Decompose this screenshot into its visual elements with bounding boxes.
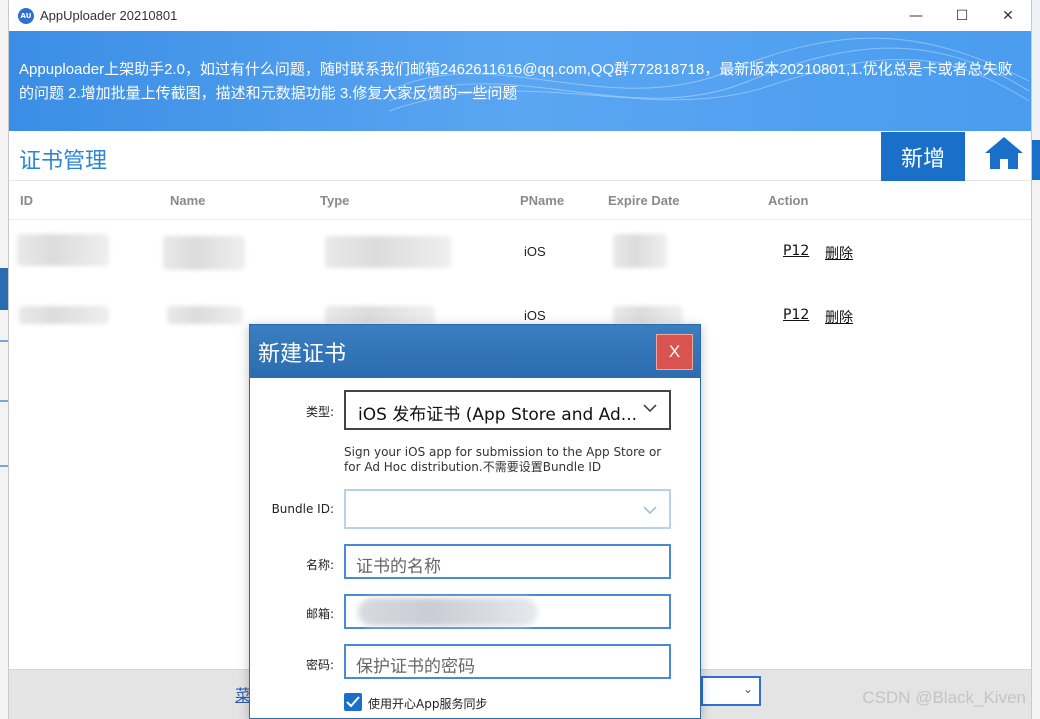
- close-window-button[interactable]: ✕: [985, 0, 1031, 31]
- column-header-expire-date: Expire Date: [608, 193, 680, 208]
- name-placeholder: 证书的名称: [356, 557, 441, 577]
- type-label: 类型:: [305, 405, 334, 419]
- chevron-down-icon: [643, 506, 657, 515]
- email-field[interactable]: [344, 594, 671, 629]
- window-controls: — ☐ ✕: [893, 0, 1031, 31]
- redacted-expire-date: [613, 306, 683, 324]
- minimize-button[interactable]: —: [893, 0, 939, 31]
- redacted-email: [358, 598, 538, 626]
- bundle-id-label: Bundle ID:: [271, 502, 334, 516]
- delete-link[interactable]: 删除: [825, 243, 853, 263]
- bundle-id-select[interactable]: [344, 489, 671, 529]
- column-header-type: Type: [320, 193, 350, 208]
- redacted-expire-date: [613, 234, 667, 268]
- delete-link[interactable]: 删除: [825, 307, 853, 327]
- home-icon[interactable]: [981, 133, 1027, 173]
- type-select[interactable]: iOS 发布证书 (App Store and Ad...: [344, 390, 671, 430]
- name-label: 名称:: [305, 558, 334, 572]
- window-title: AppUploader 20210801: [40, 8, 178, 23]
- pname-cell: iOS: [524, 244, 546, 259]
- watermark: CSDN @Black_Kiven: [862, 688, 1026, 707]
- redacted-id: [17, 234, 109, 266]
- column-header-pname: PName: [520, 193, 565, 208]
- column-header-action: Action: [768, 193, 809, 208]
- page-toolbar: 证书管理 新增: [9, 131, 1031, 181]
- title-bar: AU AppUploader 20210801 — ☐ ✕: [9, 0, 1031, 31]
- column-header-name: Name: [170, 193, 206, 208]
- announcement-banner: Appuploader上架助手2.0，如过有什么问题，随时联系我们邮箱24626…: [9, 31, 1031, 131]
- column-header-id: ID: [20, 193, 33, 208]
- dialog-header: 新建证书 X: [250, 325, 700, 378]
- name-field[interactable]: 证书的名称: [344, 544, 671, 579]
- p12-link[interactable]: P12: [783, 307, 809, 323]
- password-placeholder: 保护证书的密码: [356, 657, 475, 677]
- password-field[interactable]: 保护证书的密码: [344, 644, 671, 679]
- table-header: ID Name Type PName Expire Date Action: [9, 182, 1031, 220]
- dialog-close-button[interactable]: X: [656, 334, 693, 370]
- app-logo-icon: AU: [18, 7, 34, 24]
- p12-link[interactable]: P12: [783, 243, 809, 259]
- banner-text: Appuploader上架助手2.0，如过有什么问题，随时联系我们邮箱24626…: [19, 61, 1013, 102]
- type-hint: Sign your iOS app for submission to the …: [344, 445, 662, 474]
- new-certificate-dialog: 新建证书 X 类型: iOS 发布证书 (App Store and Ad...…: [249, 324, 701, 719]
- bottom-dropdown[interactable]: ⌄: [701, 676, 761, 706]
- checkmark-icon: [346, 696, 360, 708]
- page-title: 证书管理: [19, 149, 108, 174]
- pname-cell: iOS: [524, 308, 546, 323]
- redacted-type: [325, 236, 451, 268]
- redacted-id: [19, 306, 109, 324]
- maximize-button[interactable]: ☐: [939, 0, 985, 31]
- redacted-name: [163, 236, 245, 270]
- redacted-type: [325, 306, 435, 324]
- sync-checkbox[interactable]: [344, 693, 362, 711]
- password-label: 密码:: [305, 658, 334, 672]
- redacted-name: [167, 306, 243, 324]
- add-certificate-button[interactable]: 新增: [881, 132, 965, 181]
- email-label: 邮箱:: [305, 607, 334, 621]
- dialog-title: 新建证书: [258, 342, 347, 367]
- sync-label: 使用开心App服务同步: [368, 697, 488, 711]
- chevron-down-icon: [643, 404, 657, 413]
- table-row: iOS P12 删除: [9, 222, 1031, 282]
- type-select-value: iOS 发布证书 (App Store and Ad...: [358, 405, 638, 425]
- chevron-down-icon: ⌄: [742, 682, 753, 696]
